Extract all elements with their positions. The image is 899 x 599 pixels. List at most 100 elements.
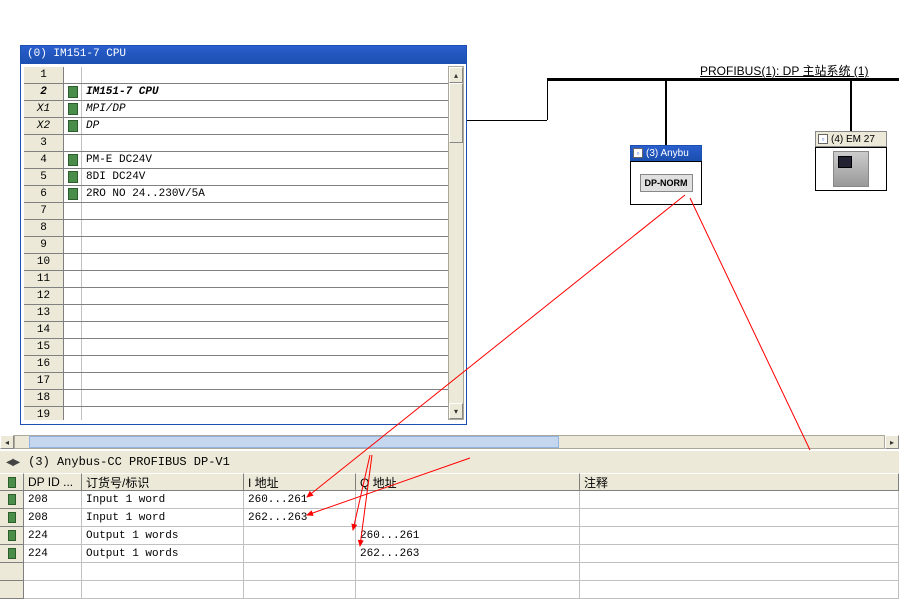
cell-qaddr (356, 563, 580, 581)
rack-slot-row[interactable]: 62RO NO 24..230V/5A (24, 186, 448, 203)
scroll-right-button[interactable]: ▸ (885, 435, 899, 449)
module-row[interactable]: 224Output 1 words260...261 (0, 527, 899, 545)
scroll-thumb[interactable] (449, 83, 463, 143)
rack-title[interactable]: (0) IM151-7 CPU (21, 46, 466, 64)
slot-icon-cell (64, 390, 82, 406)
module-row[interactable] (0, 581, 899, 599)
slot-icon-cell (64, 135, 82, 151)
rack-table[interactable]: 12IM151-7 CPUX1MPI/DPX2DP34PM-E DC24V58D… (24, 67, 448, 420)
rack-slot-row[interactable]: 8 (24, 220, 448, 237)
rack-slot-row[interactable]: 16 (24, 356, 448, 373)
cell-comment (580, 581, 899, 599)
scroll-left-button[interactable]: ◂ (0, 435, 14, 449)
cell-iaddr (244, 563, 356, 581)
rack-slot-row[interactable]: 15 (24, 339, 448, 356)
module-row[interactable] (0, 563, 899, 581)
cell-comment (580, 545, 899, 563)
slot-number: 9 (24, 237, 64, 253)
hscroll-thumb[interactable] (29, 436, 559, 448)
scroll-up-button[interactable]: ▴ (449, 67, 463, 83)
rack-slot-row[interactable]: 2IM151-7 CPU (24, 84, 448, 101)
em27-device-icon (833, 151, 869, 187)
module-row[interactable]: 208Input 1 word260...261 (0, 491, 899, 509)
rack-slot-row[interactable]: 9 (24, 237, 448, 254)
row-icon-cell (0, 563, 24, 581)
slot-module-name (82, 67, 448, 83)
rack-slot-row[interactable]: 10 (24, 254, 448, 271)
module-row[interactable]: 224Output 1 words262...263 (0, 545, 899, 563)
rack-slot-row[interactable]: 5 8DI DC24V (24, 169, 448, 186)
scroll-down-button[interactable]: ▾ (449, 403, 463, 419)
network-canvas[interactable]: (0) IM151-7 CPU 12IM151-7 CPUX1MPI/DPX2D… (0, 0, 899, 435)
rack-slot-row[interactable]: 1 (24, 67, 448, 84)
node-em27-title[interactable]: ▫ (4) EM 27 (815, 131, 887, 147)
slot-module-name (82, 288, 448, 304)
cell-order: Output 1 words (82, 527, 244, 545)
node-anybus[interactable]: ▫ (3) Anybu DP-NORM (630, 145, 702, 205)
rack-slot-row[interactable]: 12 (24, 288, 448, 305)
slot-number: 5 (24, 169, 64, 185)
rack-slot-row[interactable]: 17 (24, 373, 448, 390)
rack-window[interactable]: (0) IM151-7 CPU 12IM151-7 CPUX1MPI/DPX2D… (20, 45, 467, 425)
rack-slot-row[interactable]: X1MPI/DP (24, 101, 448, 118)
rack-slot-row[interactable]: 13 (24, 305, 448, 322)
module-config-pane[interactable]: ◀ ▶ (3) Anybus-CC PROFIBUS DP-V1 DP ID .… (0, 449, 899, 596)
col-iaddr[interactable]: I 地址 (244, 473, 356, 491)
slot-icon-cell (64, 186, 82, 202)
slot-icon-cell (64, 271, 82, 287)
rack-slot-row[interactable]: X2 DP (24, 118, 448, 135)
cell-qaddr: 260...261 (356, 527, 580, 545)
slot-module-name (82, 390, 448, 406)
col-dpid[interactable]: DP ID ... (24, 473, 82, 491)
node-em27[interactable]: ▫ (4) EM 27 (815, 131, 887, 191)
slot-icon-cell (64, 356, 82, 372)
slot-icon-cell (64, 407, 82, 420)
module-icon (8, 530, 16, 541)
node-em27-body[interactable] (815, 147, 887, 191)
nav-arrows-icon[interactable]: ◀ ▶ (6, 457, 18, 468)
slot-module-name: IM151-7 CPU (82, 84, 448, 100)
rack-slot-row[interactable]: 11 (24, 271, 448, 288)
slot-module-name (82, 237, 448, 253)
rack-slot-row[interactable]: 3 (24, 135, 448, 152)
slot-module-name: DP (82, 118, 448, 134)
col-qaddr[interactable]: Q 地址 (356, 473, 580, 491)
rack-slot-row[interactable]: 19 (24, 407, 448, 420)
slot-number: 11 (24, 271, 64, 287)
rack-slot-row[interactable]: 4 PM-E DC24V (24, 152, 448, 169)
slot-number: 10 (24, 254, 64, 270)
rack-slot-row[interactable]: 7 (24, 203, 448, 220)
module-icon (8, 477, 16, 488)
cell-order: Input 1 word (82, 491, 244, 509)
node-em27-title-text: (4) EM 27 (831, 134, 875, 145)
cell-dpid: 208 (24, 509, 82, 527)
module-row[interactable]: 208Input 1 word262...263 (0, 509, 899, 527)
module-grid[interactable]: DP ID ... 订货号/标识 I 地址 Q 地址 注释 208Input 1… (0, 473, 899, 596)
node-anybus-title[interactable]: ▫ (3) Anybu (630, 145, 702, 161)
row-icon-cell (0, 545, 24, 563)
profibus-label[interactable]: PROFIBUS(1): DP 主站系统 (1) (700, 62, 868, 79)
cell-dpid: 224 (24, 545, 82, 563)
cell-qaddr (356, 581, 580, 599)
slot-module-name: 8DI DC24V (82, 169, 448, 185)
canvas-hscroll[interactable]: ◂ ▸ (0, 435, 899, 449)
slot-number: X2 (24, 118, 64, 134)
slot-icon-cell (64, 220, 82, 236)
slot-module-name: PM-E DC24V (82, 152, 448, 168)
slot-number: 4 (24, 152, 64, 168)
grid-header-icon[interactable] (0, 473, 24, 491)
hscroll-track[interactable] (14, 435, 885, 449)
col-order[interactable]: 订货号/标识 (82, 473, 244, 491)
node-anybus-body[interactable]: DP-NORM (630, 161, 702, 205)
rack-slot-row[interactable]: 18 (24, 390, 448, 407)
slot-number: 13 (24, 305, 64, 321)
rack-slot-row[interactable]: 14 (24, 322, 448, 339)
rack-scrollbar[interactable]: ▴ ▾ (448, 66, 464, 420)
cell-comment (580, 563, 899, 581)
cell-qaddr: 262...263 (356, 545, 580, 563)
col-comment[interactable]: 注释 (580, 473, 899, 491)
slot-icon-cell (64, 84, 82, 100)
slot-number: 3 (24, 135, 64, 151)
slot-module-name: 2RO NO 24..230V/5A (82, 186, 448, 202)
slot-module-name (82, 220, 448, 236)
